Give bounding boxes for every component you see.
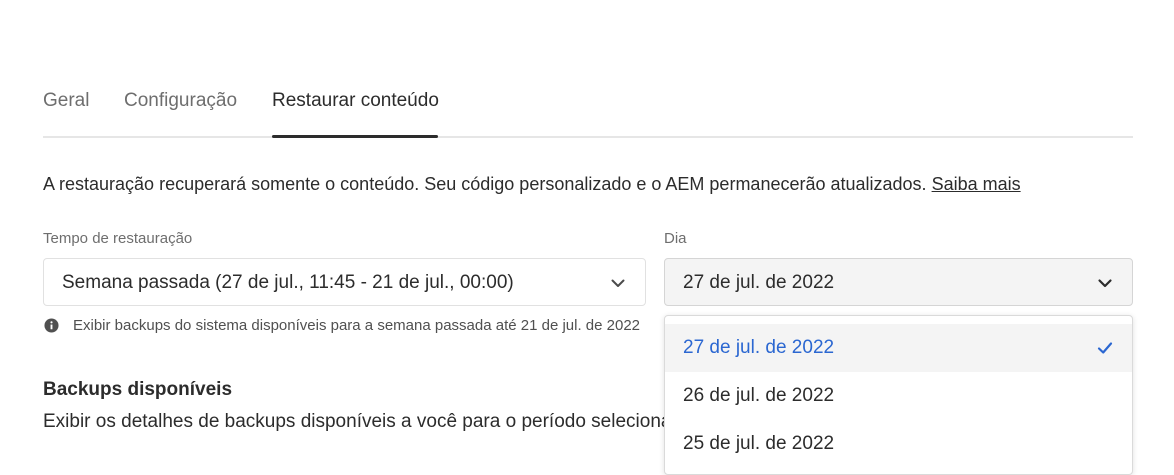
restore-time-value: Semana passada (27 de jul., 11:45 - 21 d… [62, 272, 514, 293]
tab-configuracao[interactable]: Configuração [124, 90, 237, 112]
day-option[interactable]: 26 de jul. de 2022 [665, 372, 1132, 420]
available-backups-heading: Backups disponíveis [43, 379, 233, 400]
day-option-label: 26 de jul. de 2022 [683, 385, 835, 406]
active-tab-indicator [272, 135, 438, 138]
day-option[interactable]: 25 de jul. de 2022 [665, 420, 1132, 468]
restore-help-text: Exibir backups do sistema disponíveis pa… [43, 316, 665, 336]
day-value: 27 de jul. de 2022 [683, 272, 835, 293]
tab-bar: Geral Configuração Restaurar conteúdo [43, 78, 1133, 138]
chevron-down-icon [1098, 279, 1112, 288]
restore-time-label: Tempo de restauração [43, 230, 193, 247]
chevron-down-icon [611, 279, 625, 287]
day-label: Dia [664, 230, 687, 247]
checkmark-icon [1097, 342, 1113, 354]
day-option-label: 25 de jul. de 2022 [683, 433, 835, 454]
available-backups-description: Exibir os detalhes de backups disponívei… [43, 411, 665, 432]
day-option[interactable]: 27 de jul. de 2022 [665, 324, 1132, 372]
day-dropdown-menu: 27 de jul. de 2022 26 de jul. de 2022 25… [664, 315, 1133, 475]
day-picker[interactable]: 27 de jul. de 2022 [664, 258, 1133, 306]
tab-restaurar-conteudo[interactable]: Restaurar conteúdo [272, 90, 439, 112]
learn-more-link[interactable]: Saiba mais [932, 174, 1021, 194]
restore-description-text: A restauração recuperará somente o conte… [43, 174, 927, 194]
restore-description: A restauração recuperará somente o conte… [43, 174, 1021, 195]
restore-time-picker[interactable]: Semana passada (27 de jul., 11:45 - 21 d… [43, 258, 646, 306]
tab-geral[interactable]: Geral [43, 90, 89, 112]
day-option-label: 27 de jul. de 2022 [683, 337, 835, 358]
info-icon [44, 318, 59, 333]
help-text: Exibir backups do sistema disponíveis pa… [73, 317, 641, 334]
